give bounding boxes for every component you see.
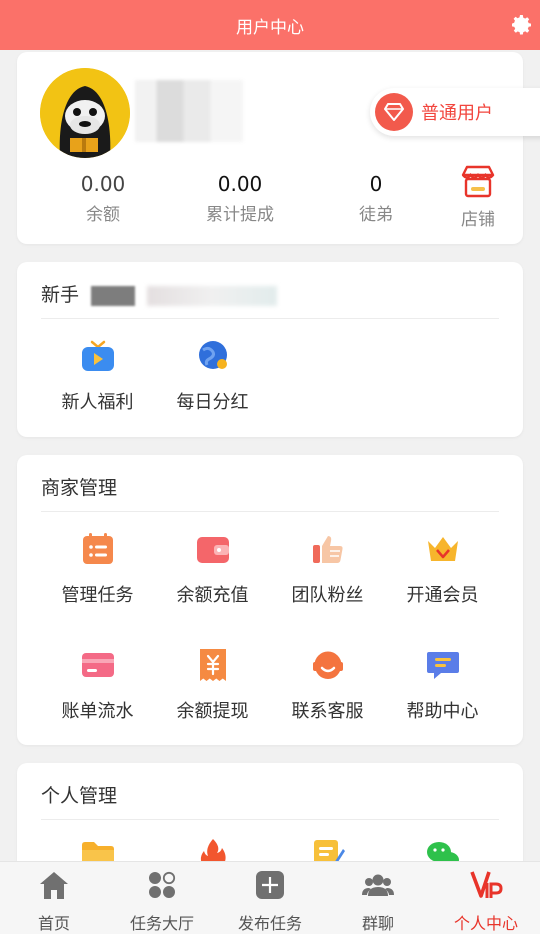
recharge-item[interactable]: 余额充值 [155, 531, 270, 607]
apprentice-stat[interactable]: 0 徒弟 [321, 172, 431, 225]
section-divider [41, 819, 499, 820]
tab-group-chat-label: 群聊 [361, 914, 394, 933]
merchant-card: 商家管理 管理任务 余额充值 团队粉丝 开通会员 账单流水 余额提现 联系客服 … [17, 455, 523, 745]
thumbs-up-icon [312, 536, 343, 563]
user-level-label: 普通用户 [421, 103, 493, 124]
globe-icon [198, 341, 227, 369]
page-title: 用户中心 [236, 17, 304, 38]
tab-task-hall[interactable]: 任务大厅 [108, 868, 216, 934]
newbie-welfare-label: 新人福利 [61, 392, 134, 413]
manage-tasks-label: 管理任务 [61, 585, 134, 606]
chat-bubble-icon [426, 652, 459, 679]
commission-label: 累计提成 [206, 205, 274, 225]
withdraw-label: 余额提现 [176, 701, 249, 722]
newbie-welfare-item[interactable]: 新人福利 [40, 338, 155, 414]
daily-dividend-item[interactable]: 每日分红 [155, 338, 270, 414]
apps-icon [149, 871, 176, 898]
withdraw-item[interactable]: 余额提现 [155, 647, 270, 723]
bill-flow-item[interactable]: 账单流水 [40, 647, 155, 723]
tab-home[interactable]: 首页 [0, 868, 108, 934]
avatar[interactable] [40, 68, 130, 158]
balance-stat[interactable]: 0.00 余额 [48, 172, 158, 225]
vip-icon [470, 871, 503, 898]
personal-title: 个人管理 [41, 785, 118, 807]
customer-service-label: 联系客服 [291, 701, 364, 722]
headset-icon [312, 651, 343, 679]
newbie-card: 新手 新人福利 每日分红 [17, 262, 523, 437]
recharge-label: 余额充值 [176, 585, 249, 606]
wallet-icon [196, 537, 229, 563]
team-fans-item[interactable]: 团队粉丝 [270, 531, 385, 607]
apprentice-label: 徒弟 [359, 205, 393, 225]
receipt-yuan-icon [199, 649, 226, 681]
tab-personal-center-label: 个人中心 [453, 914, 518, 933]
open-vip-item[interactable]: 开通会员 [385, 531, 500, 607]
team-fans-label: 团队粉丝 [291, 585, 364, 606]
top-bar: 用户中心 [0, 0, 540, 50]
commission-stat[interactable]: 0.00 累计提成 [185, 172, 295, 225]
apprentice-value: 0 [369, 172, 383, 196]
plus-square-icon [256, 871, 284, 899]
section-divider [41, 511, 499, 512]
card-icon [81, 653, 114, 677]
gear-icon[interactable] [510, 13, 534, 37]
shop-label: 店铺 [461, 210, 495, 230]
profile-card: 普通用户 0.00 余额 0.00 累计提成 0 徒弟 店铺 [17, 52, 540, 244]
help-center-label: 帮助中心 [406, 701, 479, 722]
merchant-title: 商家管理 [41, 477, 118, 499]
calendar-list-icon [82, 533, 113, 564]
newbie-title: 新手 [41, 280, 278, 307]
daily-dividend-label: 每日分红 [176, 392, 249, 413]
tab-task-hall-label: 任务大厅 [129, 914, 194, 933]
tab-personal-center[interactable]: 个人中心 [432, 868, 540, 934]
store-icon [461, 165, 495, 198]
customer-service-item[interactable]: 联系客服 [270, 647, 385, 723]
blurred-username [135, 80, 243, 142]
bill-flow-label: 账单流水 [61, 701, 134, 722]
tab-group-chat[interactable]: 群聊 [324, 868, 432, 934]
manage-tasks-item[interactable]: 管理任务 [40, 531, 155, 607]
shop-button[interactable]: 店铺 [449, 165, 507, 230]
balance-value: 0.00 [80, 172, 126, 196]
balance-label: 余额 [86, 205, 120, 225]
bottom-tab-bar: 首页 任务大厅 发布任务 群聊 个人中心 [0, 861, 540, 934]
commission-value: 0.00 [217, 172, 263, 196]
section-divider [41, 318, 499, 319]
tv-icon [81, 340, 114, 371]
group-icon [362, 874, 394, 896]
crown-icon [427, 537, 458, 561]
home-icon [40, 872, 68, 899]
user-level-badge[interactable]: 普通用户 [370, 88, 540, 136]
tab-home-label: 首页 [37, 914, 70, 933]
help-center-item[interactable]: 帮助中心 [385, 647, 500, 723]
tab-publish-task[interactable]: 发布任务 [216, 868, 324, 934]
gorilla-avatar-icon [40, 68, 130, 158]
open-vip-label: 开通会员 [406, 585, 479, 606]
tab-publish-task-label: 发布任务 [237, 914, 302, 933]
diamond-icon [375, 93, 413, 131]
